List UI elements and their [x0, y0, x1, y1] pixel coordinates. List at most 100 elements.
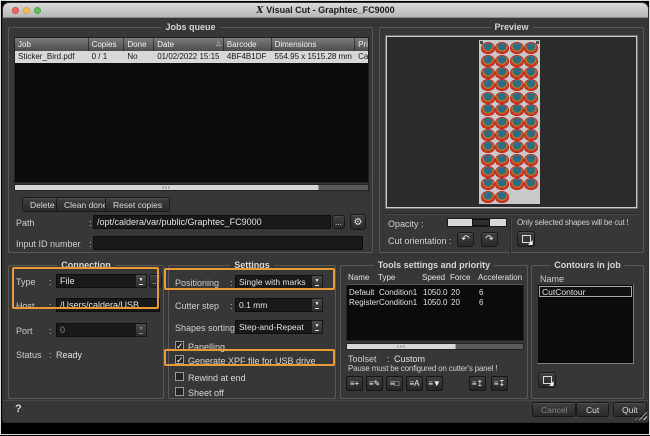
- sticker-thumb: [496, 167, 509, 178]
- sticker-thumb: [482, 129, 495, 140]
- positioning-combo[interactable]: Single with marks: [235, 275, 312, 289]
- sticker-thumb: [482, 67, 495, 78]
- tools-settings-title: Tools settings and priority: [373, 260, 495, 270]
- column-header-date[interactable]: Date △: [154, 38, 224, 51]
- sticker-thumb: [482, 154, 495, 165]
- sticker-thumb: [482, 167, 495, 178]
- reset-copies-button[interactable]: Reset copies: [105, 197, 171, 212]
- edit-condition-button[interactable]: ≡✎: [366, 376, 383, 391]
- add-condition-button[interactable]: ≡+: [346, 376, 363, 391]
- sticker-thumb: [524, 142, 537, 153]
- sticker-thumb: [482, 142, 495, 153]
- select-shapes-button[interactable]: ◤: [517, 231, 535, 247]
- port-spinner-arrow: ▼: [135, 323, 147, 337]
- type-combo-arrow[interactable]: ▼: [135, 274, 147, 288]
- sort-priority-button[interactable]: ≡▼: [426, 376, 443, 391]
- select-shapes-icon: ◤: [521, 235, 533, 245]
- preview-title: Preview: [490, 22, 533, 32]
- opacity-slider[interactable]: [447, 218, 507, 227]
- shapes-sorting-combo[interactable]: Step-and-Repeat: [235, 320, 312, 334]
- tool-row-default[interactable]: Default Condition1 1050.0 20 6: [347, 288, 523, 298]
- contours-title: Contours in job: [550, 260, 625, 270]
- rewind-at-end-checkbox[interactable]: [175, 372, 184, 381]
- list-sort-a-icon: ≡A: [409, 379, 420, 388]
- generate-xpf-label[interactable]: Generate XPF file for USB drive: [188, 356, 316, 366]
- sticker-thumb: [524, 117, 537, 128]
- type-browse-button[interactable]: ...: [149, 274, 162, 288]
- positioning-combo-arrow[interactable]: ▼: [311, 275, 323, 289]
- opacity-slider-handle[interactable]: [472, 219, 490, 226]
- orientation-ccw-button[interactable]: ↶: [457, 232, 474, 247]
- list-edit-icon: ≡✎: [368, 379, 381, 388]
- job-barcode-cell: 4BF4B1DF: [226, 52, 267, 61]
- preview-viewport[interactable]: [386, 36, 637, 208]
- sticker-thumb: [482, 55, 495, 66]
- host-field[interactable]: /Users/caldera/USB: [56, 298, 160, 312]
- path-browse-button[interactable]: ...: [332, 215, 345, 229]
- type-combo[interactable]: File: [56, 274, 136, 288]
- jobs-table-hscrollbar[interactable]: [14, 184, 369, 191]
- tools-table-hscrollbar[interactable]: [346, 343, 524, 350]
- path-settings-button[interactable]: ⚙: [350, 214, 366, 230]
- tool-row-register[interactable]: Register Condition1 1050.0 20 6: [347, 298, 523, 308]
- registration-mark: [536, 41, 539, 44]
- input-id-label: Input ID number: [16, 239, 81, 249]
- panelling-label[interactable]: Panelling: [188, 342, 225, 352]
- sticker-thumb: [510, 43, 523, 54]
- sticker-thumb: [496, 105, 509, 116]
- contours-group: Contours in job Name CutContour ◤: [531, 260, 644, 399]
- sticker-thumb: [496, 55, 509, 66]
- help-button[interactable]: ?: [15, 403, 22, 415]
- shapes-sorting-label: Shapes sorting: [175, 323, 236, 333]
- list-export-icon: ≡↥: [471, 379, 484, 388]
- sticker-thumb: [510, 80, 523, 91]
- column-header-done[interactable]: Done: [124, 38, 155, 51]
- host-label: Host: [16, 301, 35, 311]
- shapes-sorting-combo-arrow[interactable]: ▼: [311, 320, 323, 334]
- job-row-selected[interactable]: Sticker_Bird.pdf 0 / 1 No 01/02/2022 15:…: [15, 51, 368, 63]
- orientation-cw-button[interactable]: ↷: [481, 232, 498, 247]
- path-field[interactable]: /opt/caldera/var/public/Graphtec_FC9000: [93, 215, 331, 229]
- select-contour-button[interactable]: ◤: [538, 372, 556, 388]
- export-toolset-button[interactable]: ≡↥: [469, 376, 486, 391]
- panelling-checkbox[interactable]: ✓: [175, 341, 184, 351]
- job-copies-cell: 0 / 1: [91, 52, 108, 61]
- status-value: Ready: [56, 350, 83, 360]
- sticker-thumb: [496, 191, 509, 202]
- input-id-field[interactable]: [93, 236, 363, 250]
- sticker-thumb: [510, 142, 523, 153]
- sticker-thumb: [496, 43, 509, 54]
- sticker-thumb: [524, 67, 537, 78]
- toolset-value: Custom: [394, 354, 426, 364]
- column-header-dimensions[interactable]: Dimensions: [272, 38, 356, 51]
- sticker-thumb: [510, 179, 523, 190]
- preview-group: Preview Opacity : Cut orientation : ↶ ↷ …: [379, 22, 644, 253]
- generate-xpf-checkbox[interactable]: ✓: [175, 355, 184, 365]
- cutter-step-combo[interactable]: 0.1 mm: [235, 298, 312, 312]
- contour-item-selected[interactable]: CutContour: [539, 286, 632, 297]
- copy-condition-button[interactable]: ≡□: [386, 376, 403, 391]
- job-name-cell: Sticker_Bird.pdf: [18, 52, 75, 61]
- registration-mark: [480, 41, 483, 44]
- scrollbar-thumb[interactable]: [15, 185, 319, 190]
- column-header-printer[interactable]: Prin: [355, 38, 368, 51]
- toolset-label: Toolset: [348, 354, 377, 364]
- cut-button[interactable]: Cut: [576, 402, 610, 417]
- cutter-step-combo-arrow[interactable]: ▼: [311, 298, 323, 312]
- column-header-barcode[interactable]: Barcode: [224, 38, 272, 51]
- sticker-thumb: [496, 117, 509, 128]
- sticker-thumb: [496, 129, 509, 140]
- column-header-job[interactable]: Job: [15, 38, 89, 51]
- import-toolset-button[interactable]: ≡↧: [491, 376, 508, 391]
- column-header-copies[interactable]: Copies: [89, 38, 125, 51]
- sticker-thumb: [496, 154, 509, 165]
- port-field: 0: [56, 323, 136, 337]
- sticker-thumb: [524, 105, 537, 116]
- sort-name-button[interactable]: ≡A: [406, 376, 423, 391]
- selected-shapes-note: Only selected shapes will be cut !: [517, 218, 629, 227]
- type-label: Type: [16, 277, 36, 287]
- scrollbar-thumb[interactable]: [347, 344, 457, 349]
- sheet-off-checkbox[interactable]: [175, 387, 184, 396]
- rewind-at-end-label[interactable]: Rewind at end: [188, 373, 246, 383]
- sheet-off-label[interactable]: Sheet off: [188, 388, 224, 398]
